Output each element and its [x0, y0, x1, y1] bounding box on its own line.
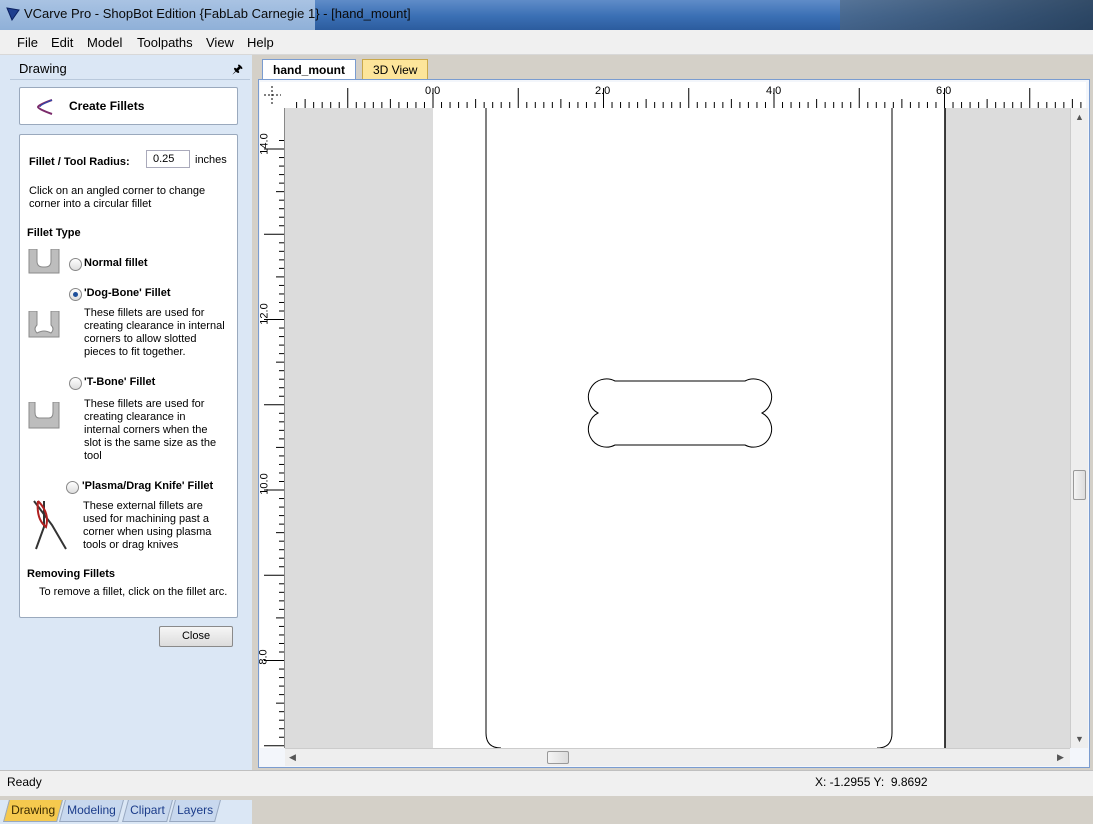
fillet-type-label: Fillet Type: [27, 227, 81, 239]
tab-hand-mount[interactable]: hand_mount: [262, 59, 356, 80]
plasma-label[interactable]: 'Plasma/Drag Knife' Fillet: [82, 480, 213, 493]
normal-fillet-icon: [28, 249, 60, 274]
vruler-label-14: 14.0: [258, 133, 271, 155]
tab-modeling[interactable]: Modeling: [59, 800, 124, 822]
hruler-label-2: 2.0: [595, 85, 611, 97]
menu-bar: File Edit Model Toolpaths View Help: [0, 30, 1093, 55]
removing-fillets-text: To remove a fillet, click on the fillet …: [39, 586, 228, 598]
t-bone-radio[interactable]: [69, 377, 82, 390]
horizontal-scroll-thumb[interactable]: [547, 751, 569, 764]
instruction-line-2: corner into a circular fillet: [29, 198, 152, 210]
dog-bone-radio[interactable]: [69, 288, 82, 301]
tab-drawing[interactable]: Drawing: [3, 800, 63, 822]
tab-layers[interactable]: Layers: [169, 800, 221, 822]
menu-help[interactable]: Help: [247, 35, 274, 50]
plasma-radio[interactable]: [66, 481, 79, 494]
menu-file[interactable]: File: [17, 35, 38, 50]
tab-modeling-label: Modeling: [67, 803, 116, 817]
radius-input[interactable]: [146, 150, 190, 168]
vertical-ruler: 14.0 12.0 10.0 8.0: [257, 108, 285, 748]
panel-tabs: Drawing Modeling Clipart Layers: [0, 800, 252, 824]
dog-bone-desc-1: These fillets are used for: [84, 307, 205, 319]
radius-label: Fillet / Tool Radius:: [29, 156, 130, 168]
tab-layers-label: Layers: [177, 803, 214, 817]
menu-edit[interactable]: Edit: [51, 35, 73, 50]
plasma-desc-3: corner when using plasma: [83, 526, 212, 538]
window-title: VCarve Pro - ShopBot Edition {FabLab Car…: [24, 6, 411, 21]
vruler-label-12: 12.0: [258, 303, 271, 325]
tab-clipart[interactable]: Clipart: [122, 800, 173, 822]
hruler-label-0: 0.0: [425, 85, 441, 97]
hruler-label-6: 6.0: [936, 85, 952, 97]
app-icon: [6, 7, 20, 21]
drawing-view: [433, 108, 946, 748]
pin-icon[interactable]: 🖈: [232, 60, 243, 81]
dog-bone-desc-4: pieces to fit together.: [84, 346, 186, 358]
removing-fillets-label: Removing Fillets: [27, 568, 116, 580]
tool-title: Create Fillets: [69, 99, 145, 113]
t-bone-desc-5: tool: [84, 450, 102, 462]
t-bone-desc-2: creating clearance in: [84, 411, 186, 423]
t-bone-desc-4: slot is the same size as the: [84, 437, 217, 449]
t-bone-label[interactable]: 'T-Bone' Fillet: [84, 376, 155, 389]
scroll-right-icon[interactable]: ▶: [1057, 752, 1064, 763]
menu-model[interactable]: Model: [87, 35, 122, 50]
fillet-options: Fillet / Tool Radius: inches Click on an…: [19, 134, 238, 618]
drawing-panel: Drawing 🖈 Create Fillets Fillet / Tool R…: [0, 55, 252, 824]
tab-drawing-label: Drawing: [11, 803, 56, 817]
t-bone-icon: [28, 402, 60, 429]
scroll-up-icon[interactable]: ▲: [1075, 112, 1084, 122]
drawing-canvas[interactable]: [285, 108, 1070, 748]
ruler-origin-icon: [264, 86, 281, 104]
menu-view[interactable]: View: [206, 35, 234, 50]
radius-unit: inches: [195, 154, 227, 166]
dog-bone-icon: [28, 311, 60, 338]
scroll-left-icon[interactable]: ◀: [289, 752, 296, 763]
horizontal-scrollbar[interactable]: ◀ ▶: [285, 748, 1070, 766]
material-sheet: [433, 108, 945, 748]
panel-header: Drawing 🖈: [10, 59, 250, 80]
status-bar: Ready X: -1.2955 Y: 9.8692: [0, 770, 1093, 796]
title-bar: VCarve Pro - ShopBot Edition {FabLab Car…: [0, 0, 1093, 30]
instruction-line-1: Click on an angled corner to change: [29, 185, 206, 197]
vruler-label-10: 10.0: [258, 473, 271, 495]
cursor-coordinates: X: -1.2955 Y: 9.8692: [815, 775, 928, 789]
plasma-desc-2: used for machining past a: [83, 513, 209, 525]
status-text: Ready: [7, 775, 42, 789]
dog-bone-desc-3: corners to allow slotted: [84, 333, 197, 345]
vertical-scroll-thumb[interactable]: [1073, 470, 1086, 500]
horizontal-ruler: 0.0 2.0 4.0 6.0: [285, 82, 1086, 109]
vertical-scrollbar[interactable]: ▲ ▼: [1070, 108, 1088, 748]
normal-fillet-radio[interactable]: [69, 258, 82, 271]
horizontal-ruler-ticks: [296, 88, 1082, 108]
normal-fillet-label[interactable]: Normal fillet: [84, 257, 148, 270]
vruler-label-8: 8.0: [257, 649, 270, 665]
plasma-desc-1: These external fillets are: [83, 500, 203, 512]
t-bone-desc-3: internal corners when the: [84, 424, 208, 436]
dog-bone-desc-2: creating clearance in internal: [84, 320, 225, 332]
panel-title: Drawing: [19, 61, 67, 76]
tab-3d-view[interactable]: 3D View: [362, 59, 429, 80]
hruler-label-4: 4.0: [766, 85, 782, 97]
close-button[interactable]: Close: [159, 626, 233, 647]
plasma-knife-icon: [33, 500, 67, 550]
create-fillets-header: Create Fillets: [19, 87, 238, 125]
tab-clipart-label: Clipart: [130, 803, 165, 817]
menu-toolpaths[interactable]: Toolpaths: [137, 35, 193, 50]
plasma-desc-4: tools or drag knives: [83, 539, 179, 551]
scroll-down-icon[interactable]: ▼: [1075, 734, 1084, 744]
ruler-corner: [260, 82, 286, 109]
title-bar-controls-area: [840, 0, 1093, 30]
t-bone-desc-1: These fillets are used for: [84, 398, 205, 410]
fillet-tool-icon: [36, 99, 53, 115]
dog-bone-label[interactable]: 'Dog-Bone' Fillet: [84, 287, 171, 300]
